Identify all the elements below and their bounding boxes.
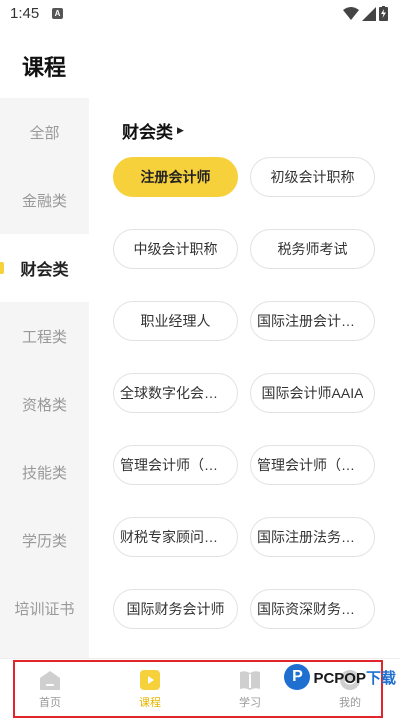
home-icon — [40, 671, 60, 690]
sidebar-item-label: 技能类 — [21, 464, 67, 482]
course-chip-grid: 注册会计师 初级会计职称 中级会计职称 税务师考试 职业经理人 国际注册会计师I… — [113, 157, 377, 629]
course-chip-label: 全球数字化会计师... — [120, 385, 231, 401]
sidebar-item-finance[interactable]: 金融类 — [0, 166, 89, 234]
course-chip[interactable]: 国际注册会计师IC... — [250, 301, 375, 341]
course-chip[interactable]: 国际资深财务会计... — [250, 589, 375, 629]
course-chip[interactable]: 国际注册法务会计... — [250, 517, 375, 557]
course-chip[interactable]: 税务师考试 — [250, 229, 375, 269]
sidebar-item-all[interactable]: 全部 — [0, 98, 89, 166]
course-chip-label: 管理会计师（高级... — [257, 457, 368, 473]
watermark-suffix: 下载 — [365, 669, 396, 687]
sidebar-item-accounting[interactable]: 财会类 — [0, 234, 89, 302]
course-chip[interactable]: 国际会计师AAIA — [250, 373, 375, 413]
watermark: P PCPOP下载 — [284, 664, 396, 690]
tab-label: 首页 — [39, 697, 61, 709]
section-title-text: 财会类 — [122, 123, 173, 142]
course-chip[interactable]: 初级会计职称 — [250, 157, 375, 197]
tab-courses[interactable]: 课程 — [100, 659, 200, 720]
watermark-logo: P — [284, 664, 311, 690]
course-chip[interactable]: 职业经理人 — [113, 301, 238, 341]
course-chip[interactable]: 注册会计师 — [113, 157, 238, 197]
sidebar-item-training[interactable]: 培训证书 — [0, 574, 89, 642]
status-icons — [343, 6, 388, 21]
course-chip-label: 初级会计职称 — [270, 169, 355, 185]
sidebar-item-education[interactable]: 学历类 — [0, 506, 89, 574]
course-chip-label: 财税专家顾问聘书 — [120, 529, 231, 545]
tab-home[interactable]: 首页 — [0, 659, 100, 720]
watermark-brand: PCPOP — [313, 669, 366, 687]
book-icon — [240, 671, 260, 690]
sidebar-item-label: 财会类 — [20, 262, 69, 279]
course-chip[interactable]: 管理会计师（中级... — [113, 445, 238, 485]
section-title: 财会类 ▶ — [122, 118, 184, 143]
sidebar-item-qualification[interactable]: 资格类 — [0, 370, 89, 438]
sidebar-item-skills[interactable]: 技能类 — [0, 438, 89, 506]
tab-label: 学习 — [239, 697, 261, 709]
notification-icon: A — [52, 8, 63, 19]
caret-right-icon: ▶ — [177, 125, 184, 135]
course-chip[interactable]: 管理会计师（高级... — [250, 445, 375, 485]
status-time: 1:45 — [10, 5, 40, 22]
course-chip-label: 国际资深财务会计... — [257, 601, 368, 617]
course-chip[interactable]: 全球数字化会计师... — [113, 373, 238, 413]
play-icon — [140, 670, 160, 690]
sidebar-item-label: 学历类 — [21, 532, 67, 550]
wifi-icon — [343, 6, 359, 20]
course-chip-label: 国际注册会计师IC... — [257, 313, 368, 329]
course-chip-label: 管理会计师（中级... — [120, 457, 231, 473]
sidebar-item-engineering[interactable]: 工程类 — [0, 302, 89, 370]
course-chip-label: 国际会计师AAIA — [261, 385, 364, 401]
course-chip-label: 税务师考试 — [277, 241, 348, 257]
course-chip-label: 职业经理人 — [140, 313, 211, 329]
active-indicator — [0, 262, 4, 274]
status-bar: 1:45 A — [0, 0, 400, 30]
course-chip[interactable]: 财税专家顾问聘书 — [113, 517, 238, 557]
signal-icon — [362, 6, 376, 21]
sidebar-item-label: 金融类 — [21, 192, 67, 210]
course-chip-label: 国际财务会计师 — [126, 601, 225, 617]
battery-icon — [379, 6, 388, 21]
category-sidebar: 全部 金融类 财会类 工程类 资格类 技能类 学历类 培训证书 — [0, 98, 89, 658]
course-chip-label: 注册会计师 — [140, 169, 211, 185]
sidebar-item-label: 工程类 — [21, 328, 67, 346]
course-chip[interactable]: 国际财务会计师 — [113, 589, 238, 629]
course-chip-label: 国际注册法务会计... — [257, 529, 368, 545]
page-title: 课程 — [22, 55, 67, 80]
sidebar-item-label: 培训证书 — [14, 600, 75, 618]
sidebar-item-label: 资格类 — [21, 396, 67, 414]
course-chip-label: 中级会计职称 — [133, 241, 218, 257]
watermark-text: PCPOP下载 — [313, 667, 396, 688]
course-panel: 财会类 ▶ 注册会计师 初级会计职称 中级会计职称 税务师考试 职业经理人 国际… — [89, 98, 400, 658]
course-chip[interactable]: 中级会计职称 — [113, 229, 238, 269]
tab-label: 我的 — [339, 697, 361, 709]
sidebar-item-label: 全部 — [29, 124, 60, 142]
tab-label: 课程 — [139, 697, 161, 709]
